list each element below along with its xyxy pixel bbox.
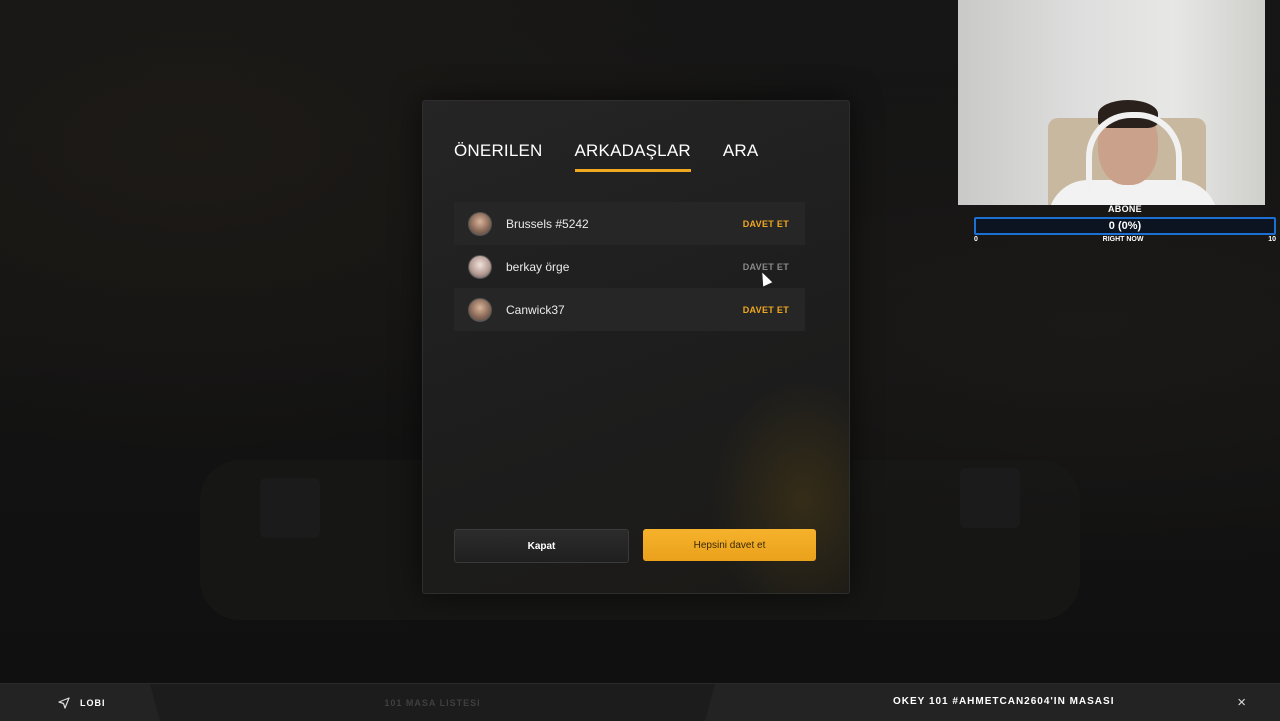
friend-name: Brussels #5242 bbox=[506, 216, 589, 231]
current-table-label: OKEY 101 #AHMETCAN2604'IN MASASI bbox=[893, 696, 1115, 707]
lobby-label: LOBI bbox=[80, 697, 106, 708]
tab-suggested[interactable]: ÖNERILEN bbox=[454, 141, 543, 172]
avatar bbox=[468, 297, 492, 322]
friend-list: Brussels #5242 DAVET ET berkay örge DAVE… bbox=[454, 202, 805, 331]
friend-row: Brussels #5242 DAVET ET bbox=[454, 202, 805, 245]
friend-row: berkay örge DAVET ET bbox=[454, 245, 805, 288]
avatar bbox=[468, 254, 492, 279]
scale-max: 10 bbox=[1268, 236, 1276, 243]
close-button[interactable]: Kapat bbox=[454, 529, 629, 563]
scale-label: RIGHT NOW bbox=[1102, 236, 1144, 243]
webcam-feed bbox=[958, 0, 1265, 205]
friend-name: Canwick37 bbox=[506, 302, 565, 317]
table-list-label: 101 MASA LISTESI bbox=[384, 697, 481, 708]
subscriber-progress-text: 0 (0%) bbox=[1108, 220, 1142, 232]
tab-friends[interactable]: ARKADAŞLAR bbox=[574, 141, 691, 172]
headphone-icon bbox=[1086, 112, 1182, 188]
dialog-tabs: ÖNERILEN ARKADAŞLAR ARA bbox=[454, 141, 758, 172]
scale-min: 0 bbox=[974, 236, 978, 243]
tab-search[interactable]: ARA bbox=[723, 141, 759, 172]
table-list-tab[interactable]: 101 MASA LISTESI bbox=[160, 684, 705, 721]
subscriber-goal-title: ABONE bbox=[1107, 204, 1142, 214]
bottom-navigation-bar: LOBI 101 MASA LISTESI OKEY 101 #AHMETCAN… bbox=[0, 683, 1280, 721]
background-seat bbox=[260, 478, 320, 538]
avatar bbox=[468, 211, 492, 236]
invite-friends-dialog: ÖNERILEN ARKADAŞLAR ARA Brussels #5242 D… bbox=[422, 100, 850, 594]
friend-row: Canwick37 DAVET ET bbox=[454, 288, 805, 331]
subscriber-progress-bar: 0 (0%) bbox=[974, 217, 1276, 235]
lobby-tab[interactable]: LOBI bbox=[0, 684, 160, 721]
invite-all-button[interactable]: Hepsini davet et bbox=[643, 529, 816, 561]
invite-button[interactable]: DAVET ET bbox=[743, 219, 789, 229]
background-seat bbox=[960, 468, 1020, 528]
current-table-tab[interactable]: OKEY 101 #AHMETCAN2604'IN MASASI × bbox=[705, 684, 1280, 721]
friend-name: berkay örge bbox=[506, 259, 570, 274]
close-icon[interactable]: × bbox=[1237, 694, 1246, 711]
subscriber-goal-widget: ABONE 0 (0%) 0 RIGHT NOW 10 bbox=[974, 204, 1276, 243]
navigation-arrow-icon bbox=[58, 696, 70, 709]
invite-button[interactable]: DAVET ET bbox=[743, 305, 789, 315]
subscriber-scale: 0 RIGHT NOW 10 bbox=[974, 236, 1276, 243]
